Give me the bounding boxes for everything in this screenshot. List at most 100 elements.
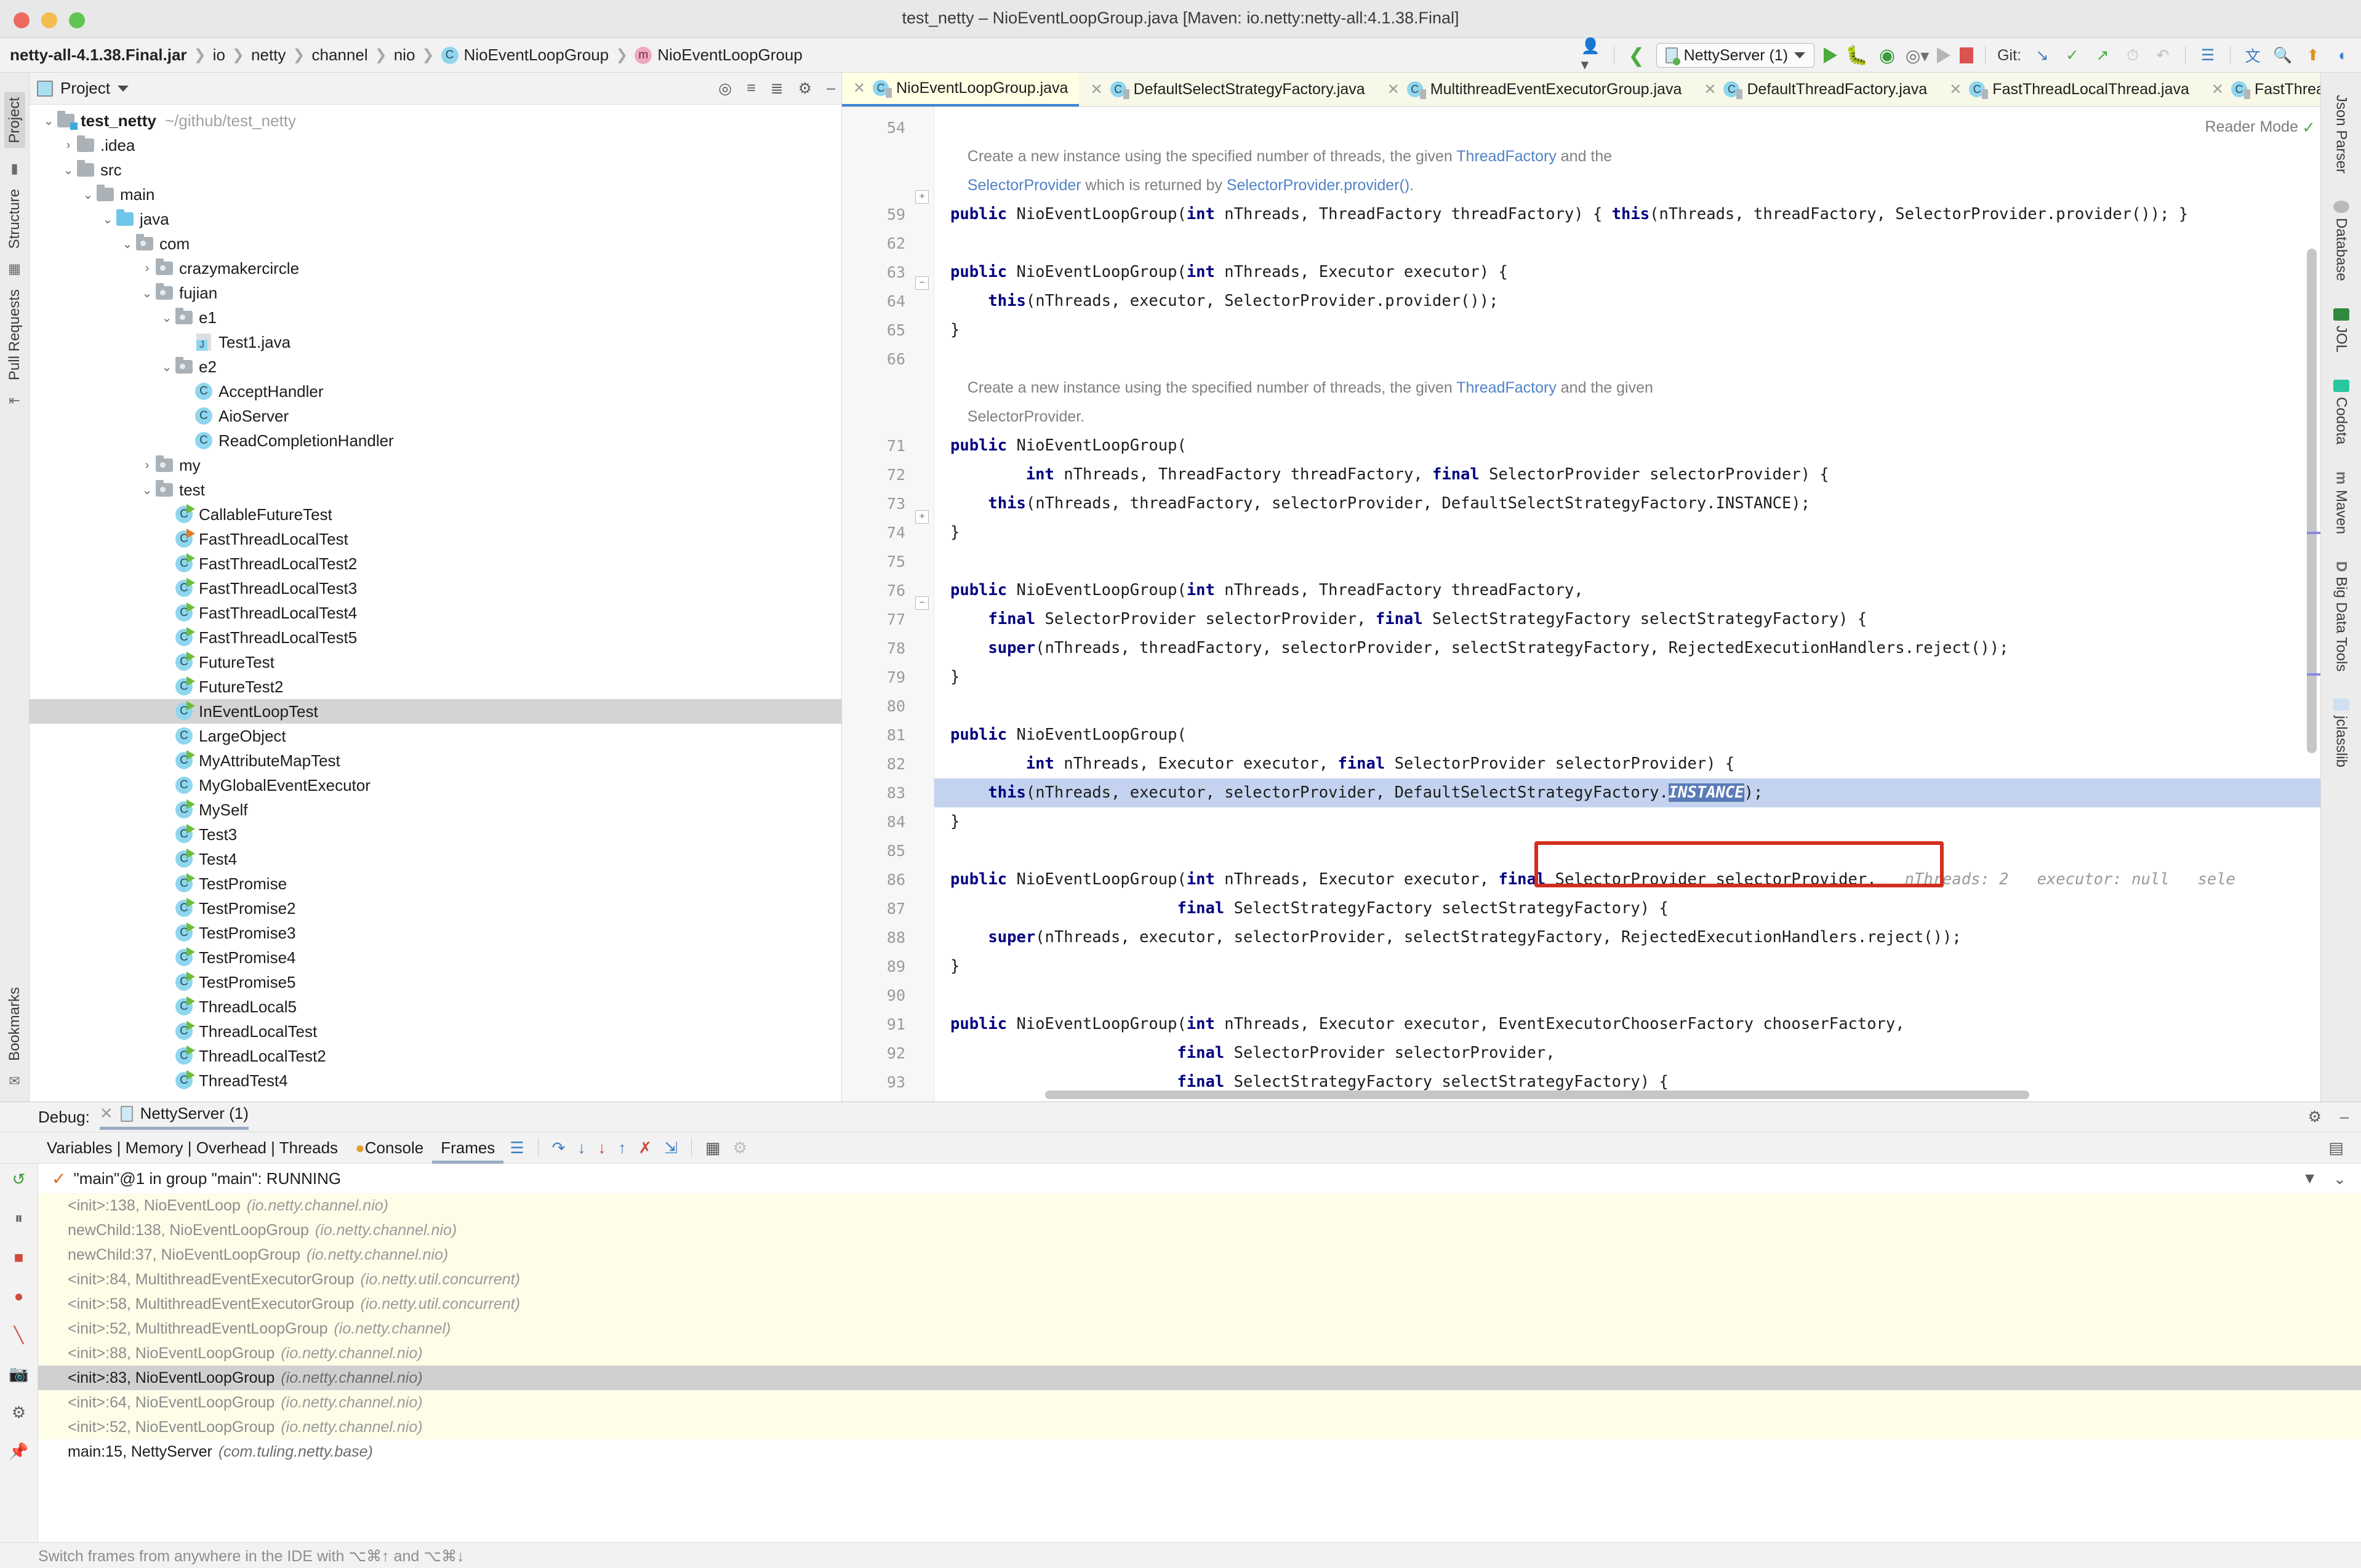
editor-tab[interactable]: ✕ C NioEventLoopGroup.java (842, 73, 1080, 106)
code-line[interactable]: super(nThreads, executor, selectorProvid… (934, 923, 2320, 952)
frames-rows[interactable]: <init>:138, NioEventLoop (io.netty.channe… (38, 1193, 2361, 1464)
breadcrumb-item[interactable]: io (213, 46, 225, 65)
editor-horizontal-scrollbar[interactable] (934, 1090, 2320, 1099)
tree-row[interactable]: ›CMyGlobalEventExecutor (30, 773, 841, 798)
settings-icon[interactable]: ⚙ (12, 1403, 26, 1422)
drop-frame-icon[interactable]: ✗ (632, 1138, 658, 1158)
gutter-line-number[interactable]: 86 (842, 865, 934, 894)
resume-program-icon[interactable]: ↺ (12, 1170, 26, 1189)
tree-row[interactable]: ›CTestPromise2 (30, 896, 841, 921)
layout-icon[interactable]: ☰ (503, 1138, 530, 1158)
back-arrow-icon[interactable]: ❮ (1626, 44, 1647, 66)
breadcrumb-item[interactable]: netty (251, 46, 286, 65)
chevron-down-icon[interactable]: ⌄ (2333, 1170, 2346, 1188)
frame-row[interactable]: <init>:64, NioEventLoopGroup (io.netty.ch… (38, 1390, 2361, 1415)
code-line[interactable]: int nThreads, Executor executor, final S… (934, 750, 2320, 778)
target-icon[interactable]: ◎ (718, 79, 732, 98)
tree-row[interactable]: › .idea (30, 133, 841, 158)
code-line[interactable]: final SelectStrategyFactory selectStrate… (934, 894, 2320, 923)
chevron-down-icon[interactable]: ⌄ (139, 482, 155, 498)
close-icon[interactable]: ✕ (1704, 81, 1716, 98)
gutter-line-number[interactable]: 78 (842, 634, 934, 663)
reader-mode-label[interactable]: Reader Mode (2205, 118, 2298, 136)
tree-row[interactable]: › my (30, 453, 841, 478)
tab-frames[interactable]: Frames (432, 1132, 504, 1164)
code-content[interactable]: Create a new instance using the specifie… (934, 107, 2320, 1102)
tree-row[interactable]: › crazymakercircle (30, 256, 841, 281)
chevron-right-icon[interactable]: › (139, 262, 155, 276)
sidebar-item-jol[interactable]: JOL (2333, 308, 2350, 353)
diff-icon[interactable]: ☰ (2197, 45, 2218, 66)
code-line[interactable]: public NioEventLoopGroup(int nThreads, E… (934, 258, 2320, 287)
tree-row[interactable]: ›CLargeObject (30, 724, 841, 748)
code-line[interactable]: } (934, 518, 2320, 547)
editor-tab[interactable]: ✕ C DefaultThreadFactory.java (1693, 73, 1939, 106)
rerun-icon[interactable] (1937, 47, 1951, 63)
breadcrumb-item[interactable]: m NioEventLoopGroup (635, 46, 803, 65)
breadcrumb-item[interactable]: C NioEventLoopGroup (441, 46, 609, 65)
tree-row[interactable]: ›CThreadLocal5 (30, 994, 841, 1019)
code-fold-toggle[interactable]: − (915, 596, 929, 610)
close-icon[interactable]: ✕ (1387, 81, 1400, 98)
code-line[interactable]: } (934, 952, 2320, 981)
sidebar-item-pull-requests[interactable]: Pull Requests (6, 289, 23, 380)
code-line[interactable]: this(nThreads, threadFactory, selectorPr… (934, 489, 2320, 518)
editor-tab-strip[interactable]: ✕ C NioEventLoopGroup.java ✕ C DefaultSelectS… (842, 73, 2320, 107)
chevron-down-icon[interactable]: ⌄ (80, 187, 96, 202)
gutter-line-number[interactable]: 90 (842, 981, 934, 1010)
screenshot-icon[interactable]: 📷 (9, 1364, 28, 1383)
gutter-line-number[interactable]: 94 (842, 1097, 934, 1102)
gutter-line-number[interactable]: 54 (842, 113, 934, 142)
step-over-icon[interactable]: ↷ (546, 1138, 572, 1158)
editor-tab[interactable]: ✕ C DefaultSelectStrategyFactory.java (1079, 73, 1376, 106)
sidebar-item-database[interactable]: Database (2333, 201, 2350, 281)
code-fold-toggle[interactable]: + (915, 190, 929, 204)
frames-list[interactable]: ✓ "main"@1 in group "main": RUNNING ▼ ⌄ … (38, 1164, 2361, 1542)
frame-row[interactable]: <init>:138, NioEventLoop (io.netty.channe… (38, 1193, 2361, 1218)
gutter-line-number[interactable]: 75 (842, 547, 934, 576)
tree-row[interactable]: ›CFutureTest2 (30, 674, 841, 699)
gutter-line-number[interactable]: 87 (842, 894, 934, 923)
gutter-line-number[interactable] (842, 142, 934, 171)
tree-row[interactable]: ›CThreadTest4 (30, 1068, 841, 1093)
gutter-line-number[interactable] (842, 374, 934, 402)
code-line[interactable]: final SelectorProvider selectorProvider,… (934, 605, 2320, 634)
editor-gutter[interactable]: 54 59 62 63 64 65 66 71 72 73 74 75 76 77 78 79 80 81 82 83… (842, 107, 934, 1102)
code-line[interactable] (934, 345, 2320, 374)
sidebar-item-bookmarks[interactable]: Bookmarks (6, 987, 23, 1061)
code-line[interactable]: public NioEventLoopGroup(int nThreads, T… (934, 576, 2320, 605)
tree-row[interactable]: ⌄ test_netty ~/github/test_netty (30, 108, 841, 133)
evaluate-expression-icon[interactable]: ▦ (699, 1138, 727, 1158)
close-icon[interactable]: ✕ (1949, 81, 1962, 98)
chevron-down-icon[interactable]: ⌄ (100, 212, 116, 227)
tree-row[interactable]: ›CFastThreadLocalTest (30, 527, 841, 551)
pull-requests-icon[interactable]: ⇤ (9, 393, 20, 409)
tree-row[interactable]: ›CThreadLocalTest (30, 1019, 841, 1044)
frame-row[interactable]: newChild:37, NioEventLoopGroup (io.netty.… (38, 1242, 2361, 1267)
close-icon[interactable]: ✕ (1090, 81, 1102, 98)
chevron-down-icon[interactable] (117, 85, 129, 92)
gutter-line-number[interactable]: 59 (842, 200, 934, 229)
tree-row[interactable]: ⌄ java (30, 207, 841, 231)
project-tree[interactable]: ⌄ test_netty ~/github/test_netty › .idea ⌄ src… (30, 105, 841, 1102)
gutter-line-number[interactable]: 65 (842, 316, 934, 345)
translate-icon[interactable]: 文 (2242, 45, 2263, 66)
search-everywhere-icon[interactable]: 🔍 (2272, 45, 2293, 66)
stop-icon[interactable] (1960, 47, 1974, 63)
step-into-icon[interactable]: ↓ (571, 1138, 591, 1158)
gutter-line-number[interactable]: 71 (842, 431, 934, 460)
frame-row[interactable]: newChild:138, NioEventLoopGroup (io.netty… (38, 1218, 2361, 1242)
tree-row[interactable]: ›CTestPromise5 (30, 970, 841, 994)
tab-variables-memory-overhead-threads[interactable]: Variables | Memory | Overhead | Threads (38, 1138, 347, 1158)
gutter-line-number[interactable]: 64 (842, 287, 934, 316)
gutter-line-number[interactable]: 91 (842, 1010, 934, 1039)
profile-icon[interactable]: ◎▾ (1906, 45, 1930, 66)
code-line[interactable] (934, 547, 2320, 576)
tree-row[interactable]: ›CAcceptHandler (30, 379, 841, 404)
gutter-line-number[interactable]: 83 (842, 778, 934, 807)
tree-row[interactable]: ›CFastThreadLocalTest3 (30, 576, 841, 601)
close-icon[interactable]: ✕ (100, 1104, 113, 1123)
tree-row[interactable]: ›CTestPromise3 (30, 921, 841, 945)
code-line[interactable]: int nThreads, ThreadFactory threadFactor… (934, 460, 2320, 489)
gutter-line-number[interactable]: 88 (842, 923, 934, 952)
